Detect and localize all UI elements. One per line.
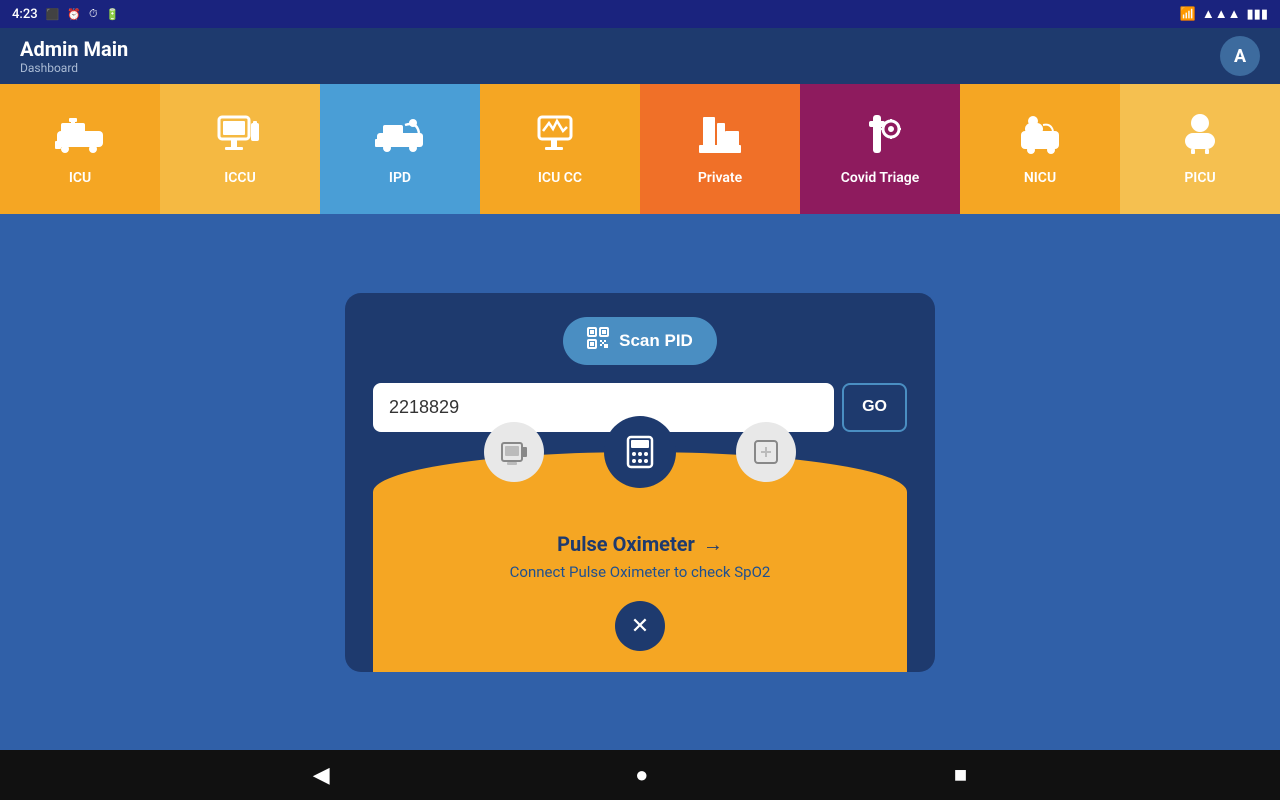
tab-covid[interactable]: Covid Triage xyxy=(800,84,960,214)
arrow-icon: → xyxy=(703,532,723,557)
subtitle: Dashboard xyxy=(20,61,128,75)
icucc-icon xyxy=(535,113,585,162)
tab-nicu[interactable]: NICU xyxy=(960,84,1120,214)
tab-nicu-label: NICU xyxy=(1024,170,1056,186)
tab-ipd-label: IPD xyxy=(389,170,411,186)
scan-pid-label: Scan PID xyxy=(619,331,693,351)
header-title: Admin Main Dashboard xyxy=(20,37,128,75)
tab-iccu-label: ICCU xyxy=(224,170,256,186)
header: Admin Main Dashboard A xyxy=(0,28,1280,84)
tab-icu-label: ICU xyxy=(69,170,91,186)
tab-icucc-label: ICU CC xyxy=(538,170,582,186)
iccu-icon xyxy=(215,113,265,162)
tab-picu[interactable]: PICU xyxy=(1120,84,1280,214)
notification-icon: ⬛ xyxy=(46,8,60,21)
scan-pid-button[interactable]: Scan PID xyxy=(563,317,717,365)
tab-covid-label: Covid Triage xyxy=(841,170,919,186)
home-button[interactable]: ● xyxy=(635,762,648,788)
covid-icon xyxy=(855,113,905,162)
connect-label: Connect Pulse Oximeter to check SpO2 xyxy=(510,563,771,581)
timer-icon: ⏱ xyxy=(89,7,98,21)
main-content: Scan PID GO xyxy=(0,214,1280,750)
center-device-button[interactable] xyxy=(604,416,676,488)
signal-icon: ▲▲▲ xyxy=(1202,6,1241,22)
recent-button[interactable]: ■ xyxy=(954,762,967,788)
bottom-nav: ◀ ● ■ xyxy=(0,750,1280,800)
tab-private[interactable]: Private xyxy=(640,84,800,214)
close-button[interactable]: ✕ xyxy=(615,601,665,651)
qr-icon xyxy=(587,327,609,355)
tab-icucc[interactable]: ICU CC xyxy=(480,84,640,214)
tab-picu-label: PICU xyxy=(1184,170,1215,186)
tab-iccu[interactable]: ICCU xyxy=(160,84,320,214)
orange-area: Pulse Oximeter → Connect Pulse Oximeter … xyxy=(373,452,907,672)
private-icon xyxy=(695,113,745,162)
modal-card: Scan PID GO xyxy=(345,293,935,672)
battery-full-icon: ▮▮▮ xyxy=(1247,7,1268,22)
tab-private-label: Private xyxy=(698,170,742,186)
right-device-button[interactable] xyxy=(736,422,796,482)
nicu-icon xyxy=(1015,113,1065,162)
tab-icu[interactable]: ICU xyxy=(0,84,160,214)
tab-ipd[interactable]: IPD xyxy=(320,84,480,214)
wifi-icon: 📶 xyxy=(1180,7,1196,22)
time-display: 4:23 xyxy=(12,7,38,22)
nav-tabs: ICU ICCU IPD xyxy=(0,84,1280,214)
avatar[interactable]: A xyxy=(1220,36,1260,76)
icu-icon xyxy=(55,113,105,162)
status-bar: 4:23 ⬛ ⏰ ⏱ 🔋 📶 ▲▲▲ ▮▮▮ xyxy=(0,0,1280,28)
left-device-button[interactable] xyxy=(484,422,544,482)
back-button[interactable]: ◀ xyxy=(313,762,330,788)
ipd-icon xyxy=(375,113,425,162)
alarm-icon: ⏰ xyxy=(67,8,81,21)
app-name: Admin Main xyxy=(20,37,128,61)
pulse-oximeter-label: Pulse Oximeter → xyxy=(557,532,723,557)
picu-icon xyxy=(1175,113,1225,162)
battery-icon: 🔋 xyxy=(106,8,120,21)
